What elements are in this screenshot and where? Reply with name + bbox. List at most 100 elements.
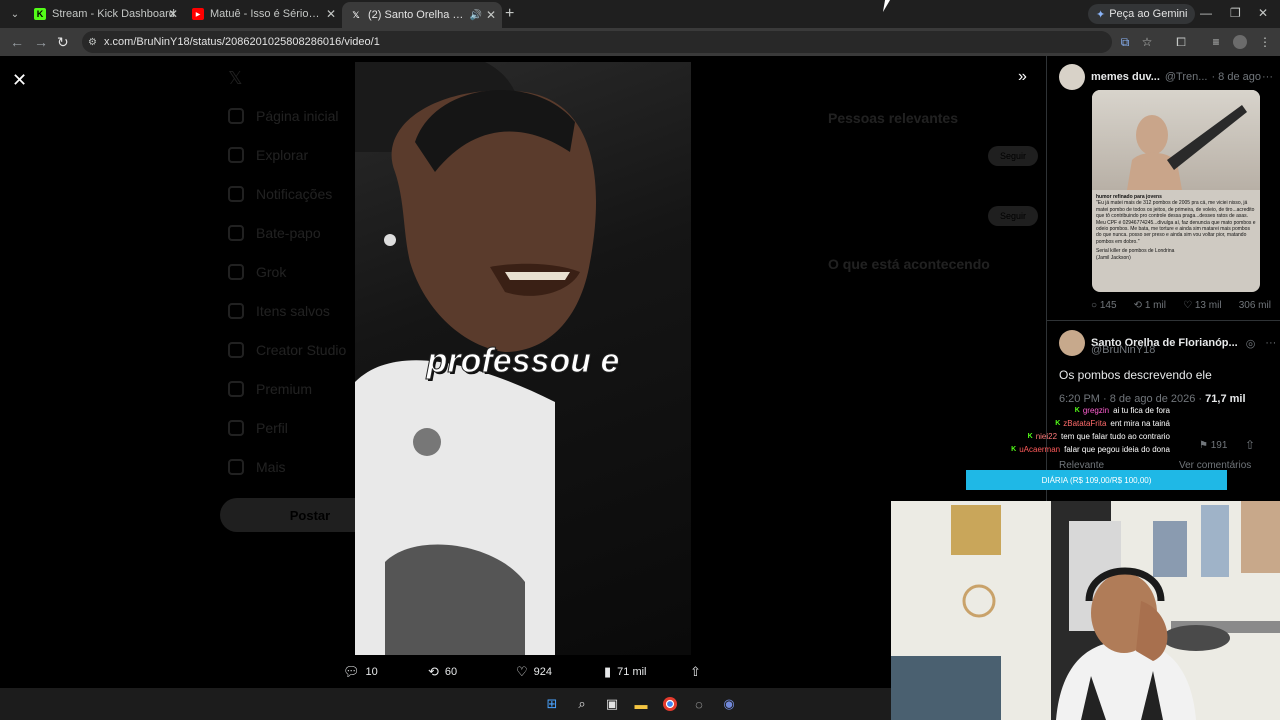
close-viewer-icon[interactable]: ✕ xyxy=(12,70,27,91)
nav-notifications: Notificações xyxy=(228,186,332,202)
nav-premium: Premium xyxy=(228,381,312,397)
trending-heading: O que está acontecendo xyxy=(828,256,990,272)
avatar[interactable] xyxy=(1059,64,1085,90)
tab-title: (2) Santo Orelha de Florianópolis xyxy=(368,9,468,21)
views-button[interactable]: ▮ 71 mil xyxy=(604,664,647,680)
youtube-icon: ▶ xyxy=(192,8,204,20)
search-icon[interactable]: ⌕ xyxy=(574,696,590,712)
nav-explore: Explorar xyxy=(228,147,308,163)
tab-title: Matuê - Isso é Sério ft. Brandão xyxy=(210,8,322,20)
share-icon[interactable]: ⇧ xyxy=(1245,438,1255,452)
meme-caption: humor refinado para jovens "Eu já matei … xyxy=(1096,194,1256,261)
translate-icon[interactable]: ⧉ xyxy=(1118,35,1132,49)
menu-icon[interactable]: ⋮ xyxy=(1258,35,1272,49)
gemini-label: Peça ao Gemini xyxy=(1109,8,1188,20)
x-logo-icon: 𝕏 xyxy=(228,68,243,88)
site-info-icon[interactable]: ⚙ xyxy=(88,37,97,48)
tweet-text: Os pombos descrevendo ele xyxy=(1059,368,1212,382)
creator-icon xyxy=(228,342,244,358)
bell-icon xyxy=(228,186,244,202)
close-tab-icon[interactable]: ✕ xyxy=(326,7,336,21)
follow-button: Seguir xyxy=(988,146,1038,166)
gemini-button[interactable]: ✦ Peça ao Gemini xyxy=(1088,4,1196,24)
kick-badge-icon: K xyxy=(1074,407,1080,414)
minimize-icon[interactable]: — xyxy=(1200,6,1212,20)
chat-message: Kgregzin ai tu fica de fora xyxy=(990,404,1170,417)
reply-stat[interactable]: ○ 145 xyxy=(1091,300,1117,311)
post-date[interactable]: · 8 de ago xyxy=(1211,71,1261,83)
back-icon[interactable]: ← xyxy=(10,34,24,50)
chat-text: ai tu fica de fora xyxy=(1113,406,1170,415)
file-explorer-icon[interactable]: ▬ xyxy=(633,696,649,712)
share-button[interactable]: ⇧ xyxy=(690,664,707,680)
bookmark-button[interactable]: ⚑ 191 xyxy=(1199,440,1227,451)
repost-button[interactable]: ⟲ 60 xyxy=(428,664,457,680)
close-tab-icon[interactable]: ✕ xyxy=(168,7,178,21)
kick-badge-icon: K xyxy=(1011,446,1017,453)
video-actions: 💬︎ 10 ⟲ 60 ♡ 924 ▮ 71 mil ⇧ xyxy=(0,655,891,688)
share-icon: ⇧ xyxy=(690,663,701,679)
media-icon[interactable]: ≡ xyxy=(1209,35,1223,49)
address-bar[interactable]: ⚙ x.com/BruNinY18/status/208620102580828… xyxy=(82,31,1112,53)
like-button[interactable]: ♡ 924 xyxy=(516,664,552,680)
search-icon xyxy=(228,147,244,163)
tab-kick-dashboard[interactable]: K Stream - Kick Dashboard ✕ xyxy=(26,3,184,25)
windows-start-icon[interactable]: ⊞ xyxy=(544,696,560,712)
video-player[interactable]: professou e xyxy=(355,62,691,655)
chrome-icon[interactable] xyxy=(662,696,678,712)
tab-strip: ⌄ K Stream - Kick Dashboard ✕ ▶ Matuê - … xyxy=(0,0,1280,28)
person-icon xyxy=(228,420,244,436)
nav-more: Mais xyxy=(228,459,286,475)
bookmark-star-icon[interactable]: ☆ xyxy=(1140,35,1154,49)
tab-youtube[interactable]: ▶ Matuê - Isso é Sério ft. Brandão ✕ xyxy=(184,3,342,25)
extensions-icon[interactable]: ⧠ xyxy=(1174,35,1188,49)
repost-icon: ⟲ xyxy=(428,663,439,679)
chat-user: niei22 xyxy=(1035,432,1058,441)
bookmark-icon: ⚑ xyxy=(1199,440,1211,451)
heart-icon: ♡ xyxy=(1183,300,1195,311)
relevant-people-heading: Pessoas relevantes xyxy=(828,110,958,126)
divider xyxy=(1047,320,1280,321)
views-chart-icon: ▮ xyxy=(604,663,612,679)
author-handle[interactable]: @BruNinY18 xyxy=(1091,344,1155,356)
chat-user: gregzin xyxy=(1082,406,1110,415)
tab-x-post[interactable]: 𝕏 (2) Santo Orelha de Florianópolis 🔊 ✕ xyxy=(342,2,502,28)
x-icon: 𝕏 xyxy=(352,9,360,20)
avatar[interactable] xyxy=(1059,330,1085,356)
video-caption: professou e xyxy=(426,342,620,381)
reply-button[interactable]: 💬︎ 10 xyxy=(343,664,378,680)
like-stat[interactable]: ♡ 13 mil xyxy=(1183,300,1221,311)
reload-icon[interactable]: ↻ xyxy=(57,34,69,51)
maximize-icon[interactable]: ❐ xyxy=(1230,6,1241,20)
author-handle[interactable]: @Tren... xyxy=(1165,71,1208,83)
expand-sidebar-icon[interactable]: » xyxy=(1018,68,1027,86)
like-count: 924 xyxy=(533,665,553,678)
repost-stat[interactable]: ⟲ 1 mil xyxy=(1134,300,1166,311)
more-options-icon[interactable]: ··· xyxy=(1262,71,1273,83)
close-window-icon[interactable]: ✕ xyxy=(1258,6,1268,20)
profile-avatar[interactable] xyxy=(1233,35,1247,49)
chat-user: uAcaerman xyxy=(1019,445,1061,454)
follow-button: Seguir xyxy=(988,206,1038,226)
chat-user: zBatataFrita xyxy=(1063,419,1107,428)
obs-icon[interactable]: ◌ xyxy=(691,696,707,712)
chat-text: tem que falar tudo ao contrario xyxy=(1061,432,1170,441)
close-tab-icon[interactable]: ✕ xyxy=(486,8,496,22)
nav-chat: Bate-papo xyxy=(228,225,321,241)
daily-goal-bar: DIÁRIA (R$ 109,00/R$ 100,00) xyxy=(966,470,1227,490)
more-options-icon[interactable]: ··· xyxy=(1265,337,1276,349)
forward-icon[interactable]: → xyxy=(34,34,48,50)
reply-count: 10 xyxy=(365,665,378,678)
gemini-icon: ✦ xyxy=(1096,8,1106,21)
task-view-icon[interactable]: ▣ xyxy=(604,696,620,712)
tweet-views: 71,7 mil xyxy=(1205,393,1246,405)
discord-icon[interactable]: ◉ xyxy=(721,696,737,712)
tab-search-button[interactable]: ⌄ xyxy=(4,4,26,24)
chat-message: KuAcaerman falar que pegou ideia do dona xyxy=(990,443,1170,456)
new-tab-button[interactable]: + xyxy=(505,5,514,23)
view-stat[interactable]: 306 mil xyxy=(1239,300,1271,311)
audio-playing-icon[interactable]: 🔊 xyxy=(470,10,482,21)
author-name[interactable]: memes duv... xyxy=(1091,71,1160,83)
chat-icon xyxy=(228,225,244,241)
meme-image[interactable]: humor refinado para jovens "Eu já matei … xyxy=(1092,90,1260,292)
